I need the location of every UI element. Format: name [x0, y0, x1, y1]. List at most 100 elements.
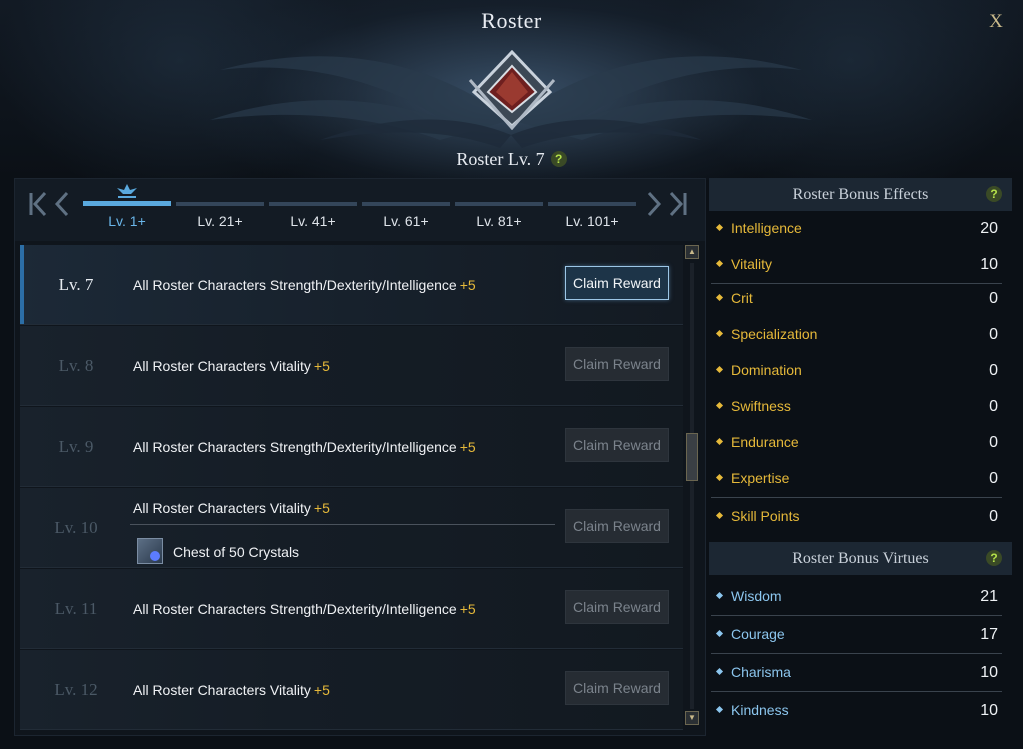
reward-description: All Roster Characters Strength/Dexterity…: [133, 277, 476, 293]
stat-value: 0: [989, 434, 998, 451]
bonus-panel: Roster Bonus Effects ? Intelligence 20 Vit…: [709, 178, 1012, 734]
header-banner: Roster X Roster Lv. 7?: [0, 0, 1023, 180]
reward-panel: Lv. 1+ Lv. 21+ Lv. 41+ Lv. 61+ Lv. 81+ L…: [14, 178, 706, 736]
reward-bonus: +5: [459, 439, 476, 455]
reward-row: Lv. 8 All Roster Characters Vitality +5 C…: [20, 326, 683, 406]
reward-scrollbar[interactable]: ▲ ▼: [685, 245, 699, 725]
crystal-chest-icon: [137, 538, 163, 564]
reward-row: Lv. 10 All Roster Characters Vitality +5 …: [20, 488, 683, 568]
stat-name: Kindness: [731, 702, 789, 718]
stat-value: 0: [989, 508, 998, 525]
help-icon[interactable]: ?: [986, 550, 1002, 566]
bonus-stat-row: Intelligence 20: [709, 212, 1002, 248]
bonus-stat-row: Expertise 0: [709, 462, 1002, 498]
reward-text: All Roster Characters Strength/Dexterity…: [133, 601, 457, 617]
tab-label: Lv. 101+: [565, 213, 619, 229]
stat-value: 0: [989, 290, 998, 307]
claim-reward-button[interactable]: Claim Reward: [565, 671, 669, 705]
stat-name: Domination: [731, 362, 802, 378]
row-level: Lv. 7: [58, 275, 94, 294]
bullet-icon: [715, 437, 724, 446]
bonus-stat-row: Courage 17: [709, 618, 1002, 654]
bullet-icon: [715, 401, 724, 410]
bonus-stat-row: Charisma 10: [709, 656, 1002, 692]
claim-reward-button[interactable]: Claim Reward: [565, 428, 669, 462]
bullet-icon: [715, 223, 724, 232]
tab-lv-101[interactable]: Lv. 101+: [548, 199, 636, 239]
help-icon[interactable]: ?: [986, 186, 1002, 202]
reward-bonus: +5: [313, 358, 330, 374]
bonus-stat-row: Domination 0: [709, 354, 1002, 390]
bullet-icon: [715, 591, 724, 600]
last-page-icon[interactable]: [667, 189, 689, 219]
stat-name: Charisma: [731, 664, 791, 680]
bonus-stat-row: Vitality 10: [709, 248, 1002, 284]
roster-level-label: Roster Lv. 7?: [0, 149, 1023, 170]
stat-name: Wisdom: [731, 588, 782, 604]
bonus-stat-row: Endurance 0: [709, 426, 1002, 462]
stat-value: 20: [980, 220, 998, 237]
reward-text: All Roster Characters Strength/Dexterity…: [133, 277, 457, 293]
claim-reward-button[interactable]: Claim Reward: [565, 347, 669, 381]
scroll-track[interactable]: [690, 263, 694, 709]
tab-lv-1[interactable]: Lv. 1+: [83, 184, 171, 239]
reward-description: All Roster Characters Vitality +5: [133, 358, 330, 374]
tab-label: Lv. 81+: [476, 213, 522, 229]
reward-description: All Roster Characters Vitality +5: [133, 682, 330, 698]
scroll-up-icon[interactable]: ▲: [685, 245, 699, 259]
scroll-thumb[interactable]: [686, 433, 698, 481]
roster-emblem-icon: [468, 50, 556, 130]
bullet-icon: [715, 511, 724, 520]
stat-value: 0: [989, 398, 998, 415]
reward-description: All Roster Characters Vitality +5: [133, 500, 330, 516]
scroll-down-icon[interactable]: ▼: [685, 711, 699, 725]
claim-reward-button[interactable]: Claim Reward: [565, 266, 669, 300]
reward-bonus: +5: [459, 601, 476, 617]
stat-name: Intelligence: [731, 220, 802, 236]
bullet-icon: [715, 705, 724, 714]
reward-bonus: +5: [313, 500, 330, 516]
tab-lv-61[interactable]: Lv. 61+: [362, 199, 450, 239]
row-level: Lv. 8: [58, 356, 94, 375]
stat-value: 0: [989, 326, 998, 343]
tab-lv-21[interactable]: Lv. 21+: [176, 199, 264, 239]
tab-label: Lv. 1+: [108, 213, 146, 229]
prev-page-icon[interactable]: [51, 189, 73, 219]
stat-divider: [711, 653, 1002, 654]
stat-value: 10: [980, 256, 998, 273]
row-level: Lv. 12: [54, 680, 98, 699]
reward-bonus: +5: [313, 682, 330, 698]
bonus-stat-row: Kindness 10: [709, 694, 1002, 730]
close-button[interactable]: X: [985, 11, 1007, 33]
tab-lv-81[interactable]: Lv. 81+: [455, 199, 543, 239]
stat-value: 10: [980, 664, 998, 681]
stat-name: Skill Points: [731, 508, 800, 524]
bonus-virtues-header: Roster Bonus Virtues ?: [709, 542, 1012, 575]
stat-divider: [711, 497, 1002, 498]
bullet-icon: [715, 473, 724, 482]
reward-description: All Roster Characters Strength/Dexterity…: [133, 439, 476, 455]
next-page-icon[interactable]: [643, 189, 665, 219]
tab-lv-41[interactable]: Lv. 41+: [269, 199, 357, 239]
help-icon[interactable]: ?: [550, 151, 567, 167]
reward-text: All Roster Characters Vitality: [133, 682, 311, 698]
stat-name: Endurance: [731, 434, 799, 450]
stat-value: 17: [980, 626, 998, 643]
claim-reward-button[interactable]: Claim Reward: [565, 590, 669, 624]
stat-name: Courage: [731, 626, 785, 642]
row-level: Lv. 11: [54, 599, 98, 618]
stat-value: 21: [980, 588, 998, 605]
reward-text: All Roster Characters Vitality: [133, 500, 311, 516]
claim-reward-button[interactable]: Claim Reward: [565, 509, 669, 543]
stat-divider: [711, 615, 1002, 616]
bonus-effects-header: Roster Bonus Effects ?: [709, 178, 1012, 211]
row-level: Lv. 10: [54, 518, 98, 537]
reward-text: All Roster Characters Vitality: [133, 358, 311, 374]
tab-label: Lv. 61+: [383, 213, 429, 229]
first-page-icon[interactable]: [27, 189, 49, 219]
bullet-icon: [715, 293, 724, 302]
stat-name: Specialization: [731, 326, 818, 342]
section-title: Roster Bonus Virtues: [792, 550, 929, 567]
reward-row: Lv. 9 All Roster Characters Strength/Dex…: [20, 407, 683, 487]
stat-value: 0: [989, 362, 998, 379]
